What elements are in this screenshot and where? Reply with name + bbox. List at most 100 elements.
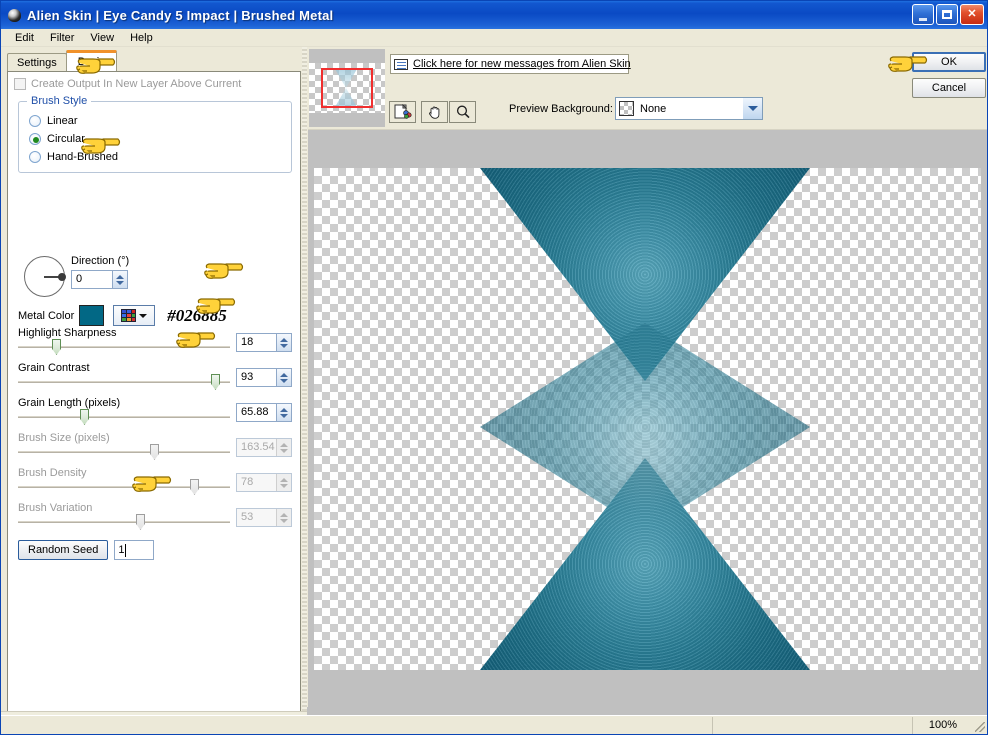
preview-canvas[interactable]	[308, 129, 987, 707]
resize-grip[interactable]	[973, 717, 987, 734]
slider-brush-size: Brush Size (pixels) 163.54	[18, 432, 292, 460]
preview-background-value: None	[640, 102, 667, 115]
slider-highlight-sharpness-track[interactable]	[18, 346, 230, 348]
status-bar: 100%	[1, 715, 987, 734]
slider-grain-length-input[interactable]: 65.88	[236, 403, 292, 422]
maximize-button[interactable]	[936, 4, 958, 25]
slider-brush-variation-thumb	[136, 514, 145, 530]
create-output-label: Create Output In New Layer Above Current	[31, 78, 242, 90]
slider-brush-density-thumb	[190, 479, 199, 495]
slider-highlight-sharpness-spinner[interactable]	[276, 334, 291, 351]
window-controls: ✕	[912, 4, 984, 25]
direction-dial-knob[interactable]	[58, 273, 66, 281]
slider-grain-contrast-thumb[interactable]	[211, 374, 220, 390]
direction-spinner[interactable]	[112, 271, 127, 288]
envelope-icon	[394, 58, 408, 70]
radio-circular-indicator[interactable]	[29, 133, 41, 145]
radio-circular-label: Circular	[47, 133, 85, 145]
random-seed-input[interactable]: 1	[114, 540, 155, 560]
brush-style-title: Brush Style	[27, 95, 92, 107]
zoom-magnifier-icon[interactable]	[449, 101, 476, 123]
random-seed-row: Random Seed 1	[18, 540, 155, 560]
slider-grain-contrast-spinner[interactable]	[276, 369, 291, 386]
radio-hand-brushed-indicator[interactable]	[29, 151, 41, 163]
preview-background-chip	[619, 101, 634, 116]
slider-brush-variation-input: 53	[236, 508, 292, 527]
slider-highlight-sharpness-thumb[interactable]	[52, 339, 61, 355]
direction-value: 0	[76, 273, 83, 285]
slider-grain-contrast-input[interactable]: 93	[236, 368, 292, 387]
slider-grain-length-value: 65.88	[241, 406, 269, 418]
tab-settings[interactable]: Settings	[7, 53, 67, 71]
brush-style-group: Brush Style Linear Circular Hand-Brushed	[18, 95, 292, 173]
slider-brush-variation: Brush Variation 53	[18, 502, 292, 530]
radio-linear-label: Linear	[47, 115, 78, 127]
status-message-area	[1, 716, 713, 734]
slider-grain-length-spinner[interactable]	[276, 404, 291, 421]
slider-grain-length: Grain Length (pixels) 65.88	[18, 397, 292, 425]
radio-linear[interactable]: Linear	[29, 115, 78, 127]
tab-strip: Settings Basic	[7, 50, 117, 71]
navigator-viewport-rect[interactable]	[321, 68, 373, 108]
chevron-down-icon[interactable]	[743, 98, 762, 119]
direction-input[interactable]: 0	[71, 270, 128, 289]
window-title: Alien Skin | Eye Candy 5 Impact | Brushe…	[27, 7, 334, 23]
preview-horizontal-scrollbar[interactable]	[307, 707, 987, 715]
slider-brush-density-input: 78	[236, 473, 292, 492]
radio-hand-brushed[interactable]: Hand-Brushed	[29, 151, 118, 163]
slider-brush-variation-value: 53	[241, 511, 254, 523]
slider-highlight-sharpness-value: 18	[241, 336, 254, 348]
alien-skin-dialog: Alien Skin | Eye Candy 5 Impact | Brushe…	[0, 0, 988, 735]
slider-grain-contrast-track[interactable]	[18, 381, 230, 383]
slider-brush-variation-spinner	[276, 509, 291, 526]
minimize-button[interactable]	[912, 4, 934, 25]
hand-pan-icon[interactable]	[421, 101, 448, 123]
random-seed-button[interactable]: Random Seed	[18, 540, 109, 560]
direction-dial[interactable]	[24, 256, 66, 297]
slider-grain-contrast-value: 93	[241, 371, 254, 383]
tab-basic[interactable]: Basic	[65, 50, 117, 71]
alien-skin-message-bar[interactable]: Click here for new messages from Alien S…	[390, 54, 631, 74]
menu-bar: Edit Filter View Help	[1, 29, 987, 47]
radio-linear-indicator[interactable]	[29, 115, 41, 127]
radio-circular[interactable]: Circular	[29, 133, 85, 145]
slider-brush-density-spinner	[276, 474, 291, 491]
slider-brush-size-track	[18, 451, 230, 453]
slider-brush-density: Brush Density 78	[18, 467, 292, 495]
direction-label: Direction (°)	[71, 255, 130, 267]
color-palette-button[interactable]	[113, 305, 156, 326]
metal-color-hex: #026885	[167, 305, 227, 325]
slider-grain-length-thumb[interactable]	[80, 409, 89, 425]
brushed-metal-artwork	[480, 168, 810, 670]
slider-grain-contrast: Grain Contrast 93	[18, 362, 292, 390]
navigator-thumbnail[interactable]	[309, 49, 385, 127]
slider-highlight-sharpness: Highlight Sharpness 18	[18, 327, 292, 355]
menu-item-view[interactable]: View	[82, 31, 122, 45]
slider-highlight-sharpness-input[interactable]: 18	[236, 333, 292, 352]
slider-grain-length-track[interactable]	[18, 416, 230, 418]
radio-hand-brushed-label: Hand-Brushed	[47, 151, 118, 163]
status-zoom-level: 100%	[928, 719, 958, 731]
menu-item-edit[interactable]: Edit	[7, 31, 42, 45]
palette-grid-icon	[121, 309, 137, 322]
create-output-checkbox[interactable]	[14, 78, 26, 90]
preview-background-select[interactable]: None	[615, 97, 763, 120]
create-output-checkbox-row[interactable]: Create Output In New Layer Above Current	[8, 72, 300, 90]
settings-panel: Settings Basic Create Output In New Laye…	[1, 47, 306, 734]
close-button[interactable]: ✕	[960, 4, 984, 25]
menu-item-filter[interactable]: Filter	[42, 31, 82, 45]
metal-color-row: Metal Color #026885	[18, 305, 227, 326]
compare-view-icon[interactable]	[389, 101, 416, 123]
cancel-button[interactable]: Cancel	[912, 78, 986, 98]
ok-button[interactable]: OK	[912, 52, 986, 72]
settings-panel-body: Create Output In New Layer Above Current…	[7, 71, 301, 734]
slider-brush-density-value: 78	[241, 476, 254, 488]
metal-color-swatch[interactable]	[79, 305, 105, 326]
metal-color-label: Metal Color	[18, 309, 75, 322]
menu-item-help[interactable]: Help	[122, 31, 161, 45]
panel-scrollbar[interactable]	[302, 47, 307, 714]
title-bar: Alien Skin | Eye Candy 5 Impact | Brushe…	[1, 1, 987, 29]
slider-brush-variation-track	[18, 521, 230, 523]
metal-center-highlight	[535, 348, 755, 568]
new-messages-link[interactable]: Click here for new messages from Alien S…	[413, 58, 631, 70]
